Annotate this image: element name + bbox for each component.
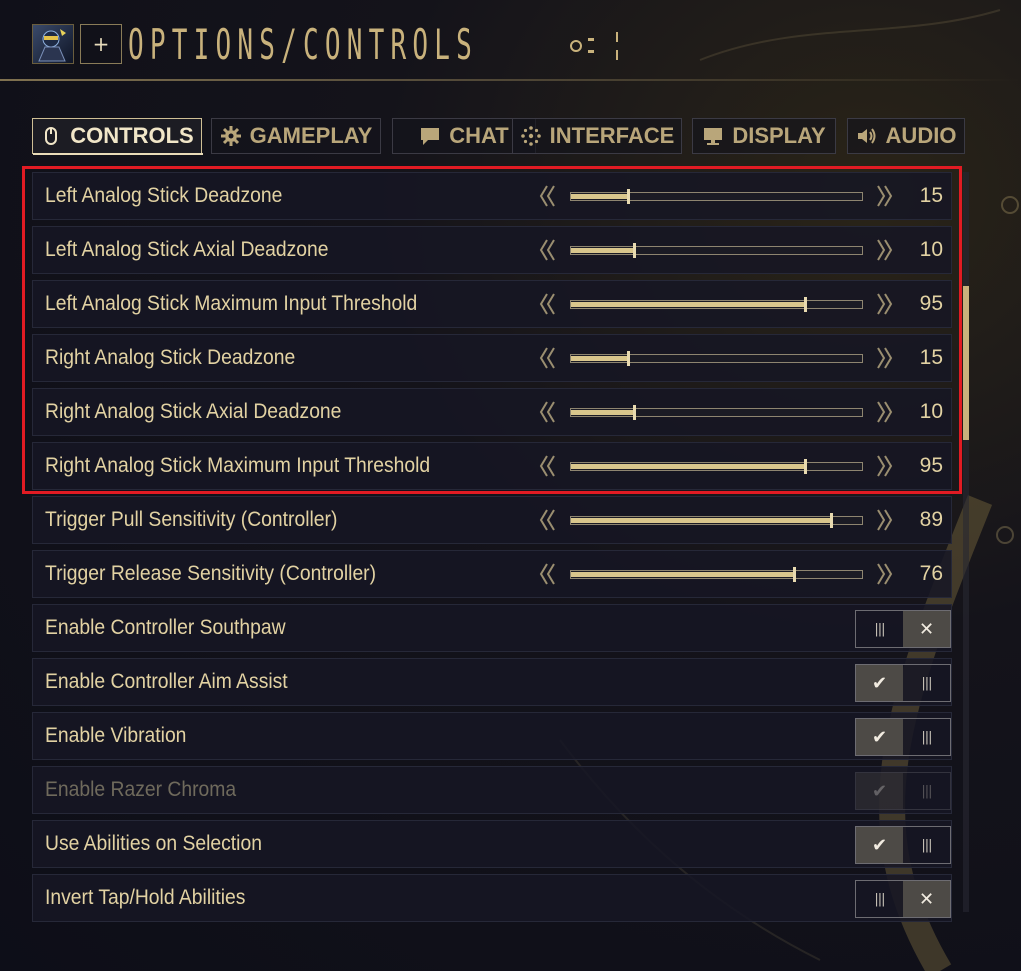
tab-label: GAMEPLAY bbox=[249, 123, 373, 148]
scrollbar[interactable] bbox=[963, 172, 969, 912]
scrollbar-thumb[interactable] bbox=[963, 286, 969, 440]
slider-handle[interactable] bbox=[830, 513, 833, 528]
grip-icon: ||| bbox=[921, 675, 932, 691]
setting-label: Invert Tap/Hold Abilities bbox=[45, 886, 246, 909]
slider-fill bbox=[571, 518, 831, 523]
grip-icon: ||| bbox=[921, 783, 932, 799]
toggle-switch[interactable]: ✔ ||| bbox=[855, 718, 951, 756]
check-icon: ✔ bbox=[871, 726, 888, 748]
setting-label: Enable Controller Aim Assist bbox=[45, 670, 288, 693]
tab-gameplay[interactable]: GAMEPLAY bbox=[211, 118, 381, 154]
toggle-left-half: ✔ bbox=[856, 827, 903, 863]
close-icon: ✕ bbox=[918, 888, 935, 910]
toggle-switch[interactable]: ✔ ||| bbox=[855, 826, 951, 864]
avatar-icon bbox=[38, 29, 66, 62]
setting-label: Enable Razer Chroma bbox=[45, 778, 237, 801]
slider-value: 76 bbox=[919, 562, 943, 585]
slider-handle[interactable] bbox=[793, 567, 796, 582]
toggle-right-half: ||| bbox=[903, 773, 950, 809]
selection-highlight bbox=[22, 166, 962, 494]
check-icon: ✔ bbox=[871, 834, 888, 856]
toggle-row: Invert Tap/Hold Abilities ||| ✕ bbox=[32, 874, 952, 922]
decrease-arrow-icon[interactable] bbox=[539, 562, 557, 586]
increase-arrow-icon[interactable] bbox=[875, 562, 893, 586]
toggle-left-half: ✔ bbox=[856, 719, 903, 755]
check-icon: ✔ bbox=[871, 672, 888, 694]
grip-icon: ||| bbox=[921, 837, 932, 853]
toggle-switch[interactable]: ✔ ||| bbox=[855, 664, 951, 702]
toggle-switch[interactable]: ||| ✕ bbox=[855, 880, 951, 918]
close-icon: ✕ bbox=[918, 618, 935, 640]
monitor-icon bbox=[704, 128, 723, 145]
gear-icon bbox=[220, 126, 241, 146]
grip-icon: ||| bbox=[874, 891, 885, 907]
slider-fill bbox=[571, 572, 794, 577]
grip-icon: ||| bbox=[874, 621, 885, 637]
toggle-switch: ✔ ||| bbox=[855, 772, 951, 810]
toggle-left-half: ✔ bbox=[856, 773, 903, 809]
toggle-row: Enable Razer Chroma ✔ ||| bbox=[32, 766, 952, 814]
toggle-row: Use Abilities on Selection ✔ ||| bbox=[32, 820, 952, 868]
active-tab-indicator bbox=[33, 153, 203, 155]
slider-row: Trigger Release Sensitivity (Controller)… bbox=[32, 550, 952, 598]
setting-label: Trigger Pull Sensitivity (Controller) bbox=[45, 508, 338, 531]
toggle-left-half: ||| bbox=[856, 881, 903, 917]
toggle-right-half: ||| bbox=[903, 827, 950, 863]
toggle-switch[interactable]: ||| ✕ bbox=[855, 610, 951, 648]
add-button[interactable]: + bbox=[80, 24, 122, 64]
grip-icon: ||| bbox=[921, 729, 932, 745]
speaker-icon bbox=[857, 128, 876, 144]
tab-label: CONTROLS bbox=[70, 123, 194, 148]
slider-track[interactable] bbox=[570, 567, 863, 582]
toggle-left-half: ✔ bbox=[856, 665, 903, 701]
increase-arrow-icon[interactable] bbox=[875, 508, 893, 532]
toggle-right-half: ✕ bbox=[903, 881, 950, 917]
slider-value: 89 bbox=[919, 508, 943, 531]
slider-track[interactable] bbox=[570, 513, 863, 528]
setting-label: Trigger Release Sensitivity (Controller) bbox=[45, 562, 377, 585]
toggle-left-half: ||| bbox=[856, 611, 903, 647]
setting-label: Enable Vibration bbox=[45, 724, 187, 747]
tab-audio[interactable]: AUDIO bbox=[847, 118, 965, 154]
check-icon: ✔ bbox=[871, 780, 888, 802]
title-ornament-icon bbox=[570, 32, 618, 60]
setting-label: Use Abilities on Selection bbox=[45, 832, 262, 855]
decrease-arrow-icon[interactable] bbox=[539, 508, 557, 532]
mouse-icon bbox=[45, 127, 58, 145]
tab-controls[interactable]: CONTROLS bbox=[32, 118, 203, 155]
tab-label: DISPLAY bbox=[732, 123, 826, 148]
tab-label: INTERFACE bbox=[549, 123, 675, 148]
tab-label: AUDIO bbox=[885, 123, 957, 148]
tab-label: CHAT bbox=[449, 123, 509, 148]
header: + OPTIONS/CONTROLS bbox=[0, 0, 1021, 82]
chat-bubble-icon bbox=[421, 128, 440, 145]
header-divider bbox=[0, 79, 1021, 81]
toggle-right-half: ||| bbox=[903, 719, 950, 755]
tab-display[interactable]: DISPLAY bbox=[692, 118, 836, 154]
setting-label: Enable Controller Southpaw bbox=[45, 616, 286, 639]
slider-row: Trigger Pull Sensitivity (Controller) 89 bbox=[32, 496, 952, 544]
toggle-right-half: ||| bbox=[903, 665, 950, 701]
toggle-row: Enable Controller Southpaw ||| ✕ bbox=[32, 604, 952, 652]
interface-icon bbox=[520, 126, 541, 146]
toggle-row: Enable Controller Aim Assist ✔ ||| bbox=[32, 658, 952, 706]
toggle-row: Enable Vibration ✔ ||| bbox=[32, 712, 952, 760]
tab-interface[interactable]: INTERFACE bbox=[512, 118, 682, 154]
toggle-right-half: ✕ bbox=[903, 611, 950, 647]
page-title: OPTIONS/CONTROLS bbox=[128, 20, 479, 69]
profile-avatar[interactable] bbox=[32, 24, 74, 64]
